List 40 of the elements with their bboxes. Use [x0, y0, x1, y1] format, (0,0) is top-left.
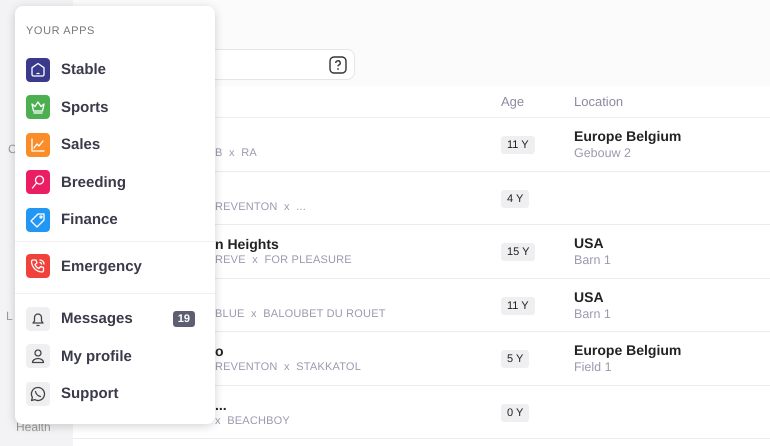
pedigree-text: REVENTON x STAKKATOL [215, 361, 362, 374]
age-badge: 11 Y [501, 296, 535, 315]
place-text: Barn 1 [574, 306, 612, 321]
menu-heading: YOUR APPS [25, 24, 96, 39]
menu-item[interactable]: Sports [15, 88, 215, 126]
pedigree-text: REVENTON x ... [215, 200, 306, 213]
pedigree-text: BLUE x BALOUBET DU ROUET [215, 308, 386, 320]
menu-item[interactable]: Sales [15, 126, 215, 164]
horse-name: o [215, 343, 224, 360]
pedigree-text: REVE x FOR PLEASURE [215, 254, 352, 266]
age-badge: 5 Y [501, 350, 530, 368]
column-header: Location [574, 94, 624, 109]
chat-icon [26, 382, 50, 406]
menu-item[interactable]: Messages 19 [15, 300, 215, 338]
location-text: Europe Belgium [574, 128, 682, 144]
menu-item[interactable]: Stable [15, 51, 215, 88]
age-badge: 0 Y [501, 404, 530, 422]
pedigree-text: B x RA [215, 147, 257, 160]
menu-item[interactable]: Support [15, 375, 215, 412]
column-header: Age [501, 94, 524, 109]
pedigree-text: x BEACHBOY [215, 414, 290, 427]
age-badge: 4 Y [501, 190, 530, 208]
age-badge: 11 Y [501, 136, 535, 154]
location-text: USA [574, 288, 605, 305]
location-text: USA [574, 235, 605, 252]
age-badge: 15 Y [501, 243, 536, 262]
menu-item[interactable]: Emergency [15, 248, 215, 285]
count-badge: 19 [172, 310, 195, 327]
menu-item[interactable]: My profile [15, 338, 215, 375]
bell-icon [26, 306, 50, 331]
place-text: Gebouw 2 [574, 146, 632, 160]
place-text: Barn 1 [574, 253, 612, 268]
location-text: Europe Belgium [574, 342, 682, 358]
horse-name: n Heights [215, 236, 279, 252]
user-icon [26, 344, 50, 368]
menu-item[interactable]: Finance [15, 201, 215, 238]
help-icon[interactable] [329, 56, 347, 74]
place-text: Field 1 [574, 360, 613, 374]
horse-name: ... [215, 396, 227, 413]
menu-item[interactable]: Breeding [15, 164, 215, 201]
